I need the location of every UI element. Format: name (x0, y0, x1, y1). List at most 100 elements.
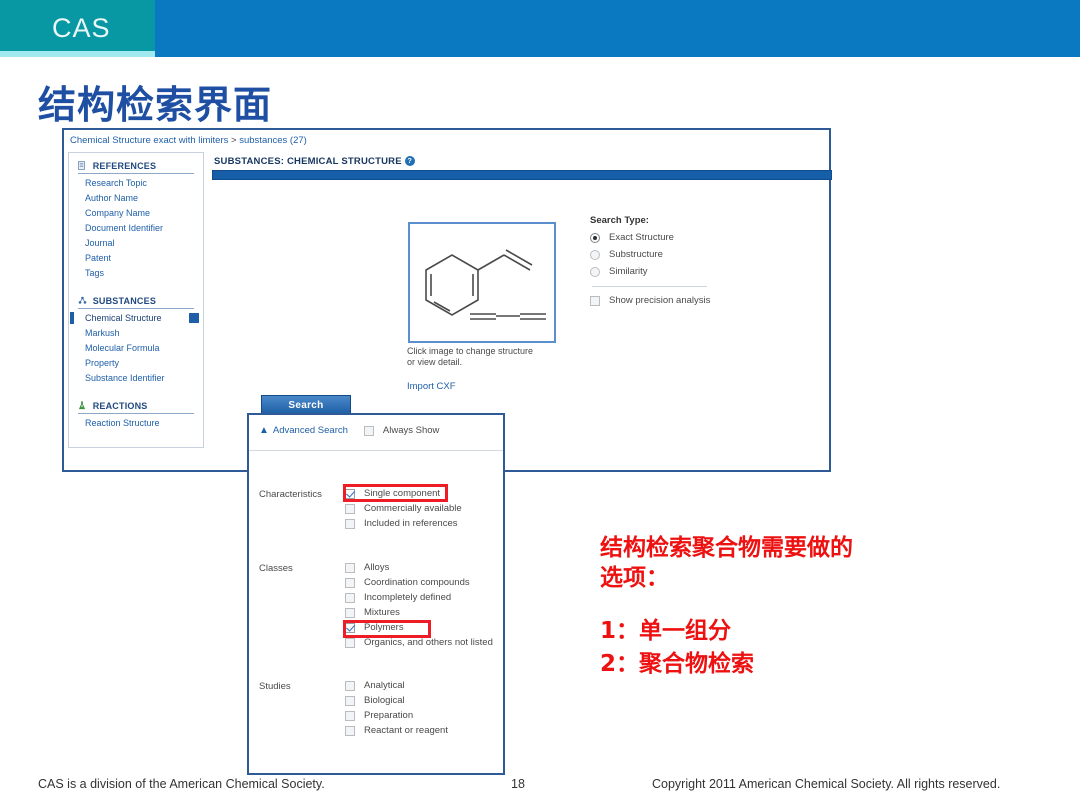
radio-similarity[interactable]: Similarity (590, 266, 710, 277)
checkbox-reactant-or-reagent[interactable]: Reactant or reagent (345, 725, 448, 736)
advanced-search-toggle[interactable]: Advanced Search (273, 425, 348, 436)
molecule-icon (78, 296, 87, 305)
sidebar-item-tags[interactable]: Tags (85, 267, 203, 279)
group-classes: Classes Alloys Coordination compounds In… (259, 562, 493, 652)
checkbox-biological[interactable]: Biological (345, 695, 448, 706)
advanced-search-panel: ▲ Advanced Search Always Show Characteri… (247, 413, 505, 775)
sidebar-item-label: Reaction Structure (85, 418, 160, 428)
checkbox-incompletely-defined[interactable]: Incompletely defined (345, 592, 493, 603)
checkbox-label: Reactant or reagent (364, 725, 448, 736)
document-icon (78, 161, 87, 170)
checkbox-organics-and-others-not-listed[interactable]: Organics, and others not listed (345, 637, 493, 648)
radio-icon-selected (590, 232, 600, 243)
breadcrumb-separator: > (231, 135, 237, 146)
checkbox-icon (345, 637, 355, 648)
radio-substructure[interactable]: Substructure (590, 249, 710, 260)
checkbox-polymers[interactable]: Polymers (345, 622, 493, 633)
checkbox-icon-checked (345, 488, 355, 499)
group-items: Analytical Biological Preparation Reacta… (345, 680, 448, 740)
sidebar-item-property[interactable]: Property (85, 357, 203, 369)
checkbox-mixtures[interactable]: Mixtures (345, 607, 493, 618)
footer-page-number: 18 (511, 777, 525, 791)
sidebar-item-label: Substance Identifier (85, 373, 165, 383)
structure-caption-line2: or view detail. (407, 357, 463, 367)
advanced-panel-divider (249, 450, 503, 451)
checkbox-coordination-compounds[interactable]: Coordination compounds (345, 577, 493, 588)
sidebar-item-label: Company Name (85, 208, 151, 218)
group-items: Alloys Coordination compounds Incomplete… (345, 562, 493, 652)
advanced-search-header: ▲ Advanced Search Always Show (259, 425, 439, 436)
sidebar-item-label: Property (85, 358, 120, 368)
checkbox-label: Coordination compounds (364, 577, 470, 588)
checkbox-icon (363, 425, 374, 436)
sidebar-item-author-name[interactable]: Author Name (85, 192, 203, 204)
checkbox-label: Alloys (364, 562, 390, 573)
structure-caption-line1: Click image to change structure (407, 346, 534, 356)
annotation-block: 结构检索聚合物需要做的 选项： 1：单一组分 2：聚合物检索 (600, 533, 853, 681)
footer-left-text: CAS is a division of the American Chemic… (38, 777, 325, 791)
group-characteristics: Characteristics Single component Commerc… (259, 488, 462, 533)
checkbox-analytical[interactable]: Analytical (345, 680, 448, 691)
sidebar-item-label: Journal (85, 238, 115, 248)
group-items: Single component Commercially available … (345, 488, 462, 533)
search-type-heading: Search Type: (590, 215, 649, 226)
checkbox-icon (345, 695, 355, 706)
footer-copyright: Copyright 2011 American Chemical Society… (652, 777, 1001, 791)
sidebar-item-label: Chemical Structure (85, 313, 162, 323)
sidebar-section-references: REFERENCES (78, 161, 194, 174)
checkbox-alloys[interactable]: Alloys (345, 562, 493, 573)
sidebar-item-chemical-structure[interactable]: Chemical Structure (70, 312, 203, 324)
search-type-group: Search Type: Exact Structure Substructur… (590, 215, 710, 306)
chevron-up-icon[interactable]: ▲ (259, 425, 269, 436)
checkbox-icon (345, 577, 355, 588)
checkbox-included-in-references[interactable]: Included in references (345, 518, 462, 529)
brand-band-accent-strip (0, 51, 155, 57)
flask-icon (78, 401, 87, 410)
sidebar-item-research-topic[interactable]: Research Topic (85, 177, 203, 189)
checkbox-icon (345, 592, 355, 603)
checkbox-show-precision-analysis[interactable]: Show precision analysis (590, 295, 710, 306)
checkbox-label: Incompletely defined (364, 592, 452, 603)
sidebar-section-substances: SUBSTANCES (78, 296, 194, 309)
main-pane-title: SUBSTANCES: CHEMICAL STRUCTURE? (214, 156, 415, 167)
sidebar-item-markush[interactable]: Markush (85, 327, 203, 339)
checkbox-preparation[interactable]: Preparation (345, 710, 448, 721)
checkbox-icon (345, 607, 355, 618)
import-cxf-link[interactable]: Import CXF (407, 381, 456, 392)
radio-label: Similarity (609, 266, 648, 277)
radio-label: Substructure (609, 249, 663, 260)
radio-label: Exact Structure (609, 232, 674, 243)
checkbox-label: Always Show (382, 425, 440, 436)
checkbox-label: Organics, and others not listed (364, 637, 493, 648)
radio-exact-structure[interactable]: Exact Structure (590, 232, 710, 243)
checkbox-label: Included in references (364, 518, 458, 529)
sidebar-item-molecular-formula[interactable]: Molecular Formula (85, 342, 203, 354)
sidebar-item-label: Document Identifier (85, 223, 164, 233)
brand-logo-text: CAS (52, 13, 111, 43)
breadcrumb-item-search[interactable]: Chemical Structure exact with limiters (70, 135, 228, 146)
sidebar-item-company-name[interactable]: Company Name (85, 207, 203, 219)
sidebar-item-label: Markush (85, 328, 120, 338)
sidebar-item-journal[interactable]: Journal (85, 237, 203, 249)
sidebar-item-substance-identifier[interactable]: Substance Identifier (85, 372, 203, 384)
checkbox-commercially-available[interactable]: Commercially available (345, 503, 462, 514)
structure-image[interactable] (408, 222, 556, 343)
checkbox-single-component[interactable]: Single component (345, 488, 462, 499)
sidebar-item-document-identifier[interactable]: Document Identifier (85, 222, 203, 234)
checkbox-icon (345, 710, 355, 721)
search-button[interactable]: Search (261, 395, 351, 415)
sidebar-item-patent[interactable]: Patent (85, 252, 203, 264)
breadcrumb-item-substances[interactable]: substances (27) (239, 135, 307, 146)
help-icon[interactable]: ? (404, 156, 415, 166)
checkbox-label: Show precision analysis (609, 295, 711, 306)
group-label: Characteristics (259, 489, 322, 500)
sidebar: REFERENCES Research Topic Author Name Co… (68, 152, 204, 448)
radio-icon (590, 266, 600, 277)
slide-canvas: CAS 结构检索界面 Chemical Structure exact with… (0, 0, 1080, 810)
sidebar-item-reaction-structure[interactable]: Reaction Structure (85, 417, 203, 429)
group-label: Studies (259, 681, 291, 692)
checkbox-always-show[interactable]: Always Show (363, 425, 440, 436)
group-label: Classes (259, 563, 293, 574)
